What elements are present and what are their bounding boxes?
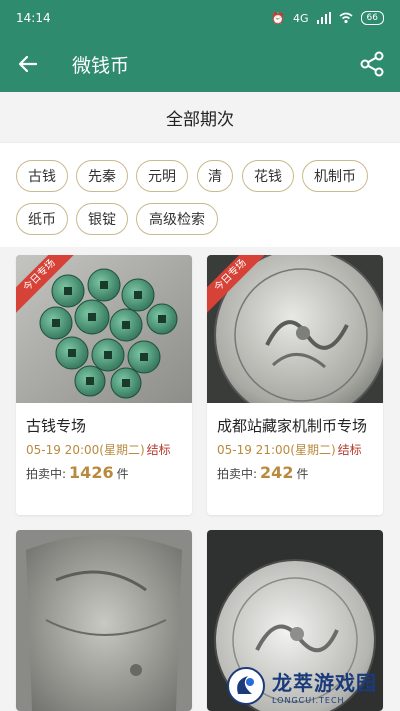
chip-guqian[interactable]: 古钱 — [16, 160, 68, 192]
chip-xianqin[interactable]: 先秦 — [76, 160, 128, 192]
share-icon — [360, 51, 384, 77]
chip-yuanming[interactable]: 元明 — [136, 160, 188, 192]
auction-card[interactable]: 今日专场 古钱专场 05-19 20:00(星期二) 结标 拍卖中: 1426 件 — [16, 255, 192, 515]
chip-jizhibi[interactable]: 机制币 — [302, 160, 368, 192]
section-header[interactable]: 全部期次 — [0, 92, 400, 143]
signal-icon — [316, 12, 331, 24]
filter-chips: 古钱 先秦 元明 清 花钱 机制币 纸币 银锭 高级检索 — [0, 143, 400, 247]
status-label: 结标 — [337, 443, 362, 457]
status-time: 14:14 — [16, 11, 51, 25]
watermark-title: 龙萃游戏园 — [272, 671, 377, 695]
bid-count: 242 — [260, 463, 294, 482]
bid-count: 1426 — [69, 463, 114, 482]
card-bid-info: 拍卖中: 1426 件 — [26, 463, 129, 482]
card-title: 成都站藏家机制币专场 — [217, 417, 368, 435]
alarm-icon: ⏰ — [271, 11, 286, 25]
card-info: 成都站藏家机制币专场 05-19 21:00(星期二) 结标 拍卖中: 242 件 — [207, 403, 383, 515]
chip-yinding[interactable]: 银锭 — [76, 203, 128, 235]
share-button[interactable] — [358, 50, 386, 78]
chip-huaqian[interactable]: 花钱 — [242, 160, 294, 192]
card-date: 05-19 20:00(星期二) 结标 — [26, 443, 171, 457]
status-icons: ⏰ 4G 66 — [271, 11, 384, 25]
app-bar: 微钱币 — [0, 36, 400, 92]
card-date: 05-19 21:00(星期二) 结标 — [217, 443, 362, 457]
logo-icon — [227, 667, 265, 705]
today-badge: 今日专场 — [207, 255, 277, 325]
wifi-icon — [339, 12, 353, 24]
card-title: 古钱专场 — [26, 417, 87, 435]
battery-icon: 66 — [360, 11, 384, 25]
arrow-left-icon — [18, 55, 38, 73]
status-bar: 14:14 ⏰ 4G 66 — [0, 0, 400, 36]
card-info: 古钱专场 05-19 20:00(星期二) 结标 拍卖中: 1426 件 — [16, 403, 192, 515]
page-title: 微钱币 — [72, 54, 130, 77]
auction-card[interactable]: 今日专场 成都站藏家机制币专场 05-19 21:00(星期二) 结标 拍卖中: 2… — [207, 255, 383, 515]
network-label: 4G — [293, 11, 309, 25]
chip-advanced-search[interactable]: 高级检索 — [136, 203, 218, 235]
watermark-logo: 龙萃游戏园 LONGCUI.TECH — [226, 664, 396, 708]
chip-qing[interactable]: 清 — [197, 160, 233, 192]
auction-card[interactable] — [16, 530, 192, 711]
chip-zhibi[interactable]: 纸币 — [16, 203, 68, 235]
today-badge: 今日专场 — [16, 255, 86, 325]
ingot-photo — [16, 530, 192, 711]
status-label: 结标 — [146, 443, 171, 457]
card-bid-info: 拍卖中: 242 件 — [217, 463, 309, 482]
watermark-subtitle: LONGCUI.TECH — [272, 696, 345, 705]
back-button[interactable] — [0, 36, 56, 92]
